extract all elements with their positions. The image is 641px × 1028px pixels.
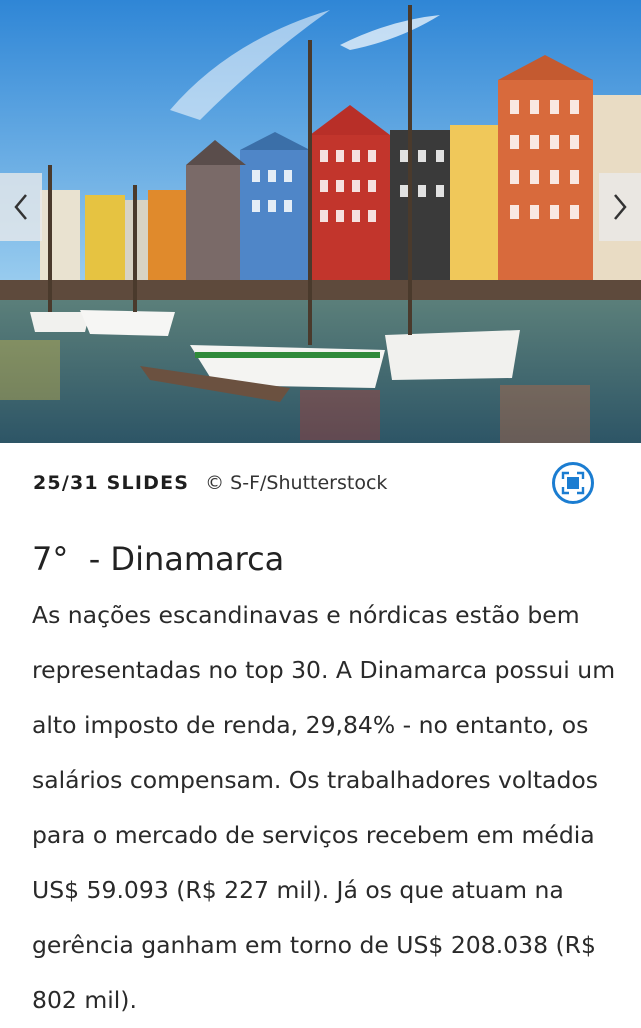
- harbor-photo: [0, 0, 641, 443]
- slide-body-text: As nações escandinavas e nórdicas estão …: [32, 601, 616, 1014]
- fullscreen-button[interactable]: [552, 462, 594, 504]
- slide-title: 7° - Dinamarca: [32, 540, 285, 578]
- fullscreen-icon: [561, 471, 585, 495]
- slide-meta: 25/31 SLIDES © S-F/Shutterstock: [33, 462, 611, 504]
- slide-counter: 25/31 SLIDES: [33, 472, 190, 494]
- next-slide-button[interactable]: [599, 173, 641, 241]
- chevron-left-icon: [14, 194, 27, 220]
- previous-slide-button[interactable]: [0, 173, 42, 241]
- slide-image: [0, 0, 641, 443]
- chevron-right-icon: [614, 194, 627, 220]
- photo-credit: © S-F/Shutterstock: [205, 472, 388, 494]
